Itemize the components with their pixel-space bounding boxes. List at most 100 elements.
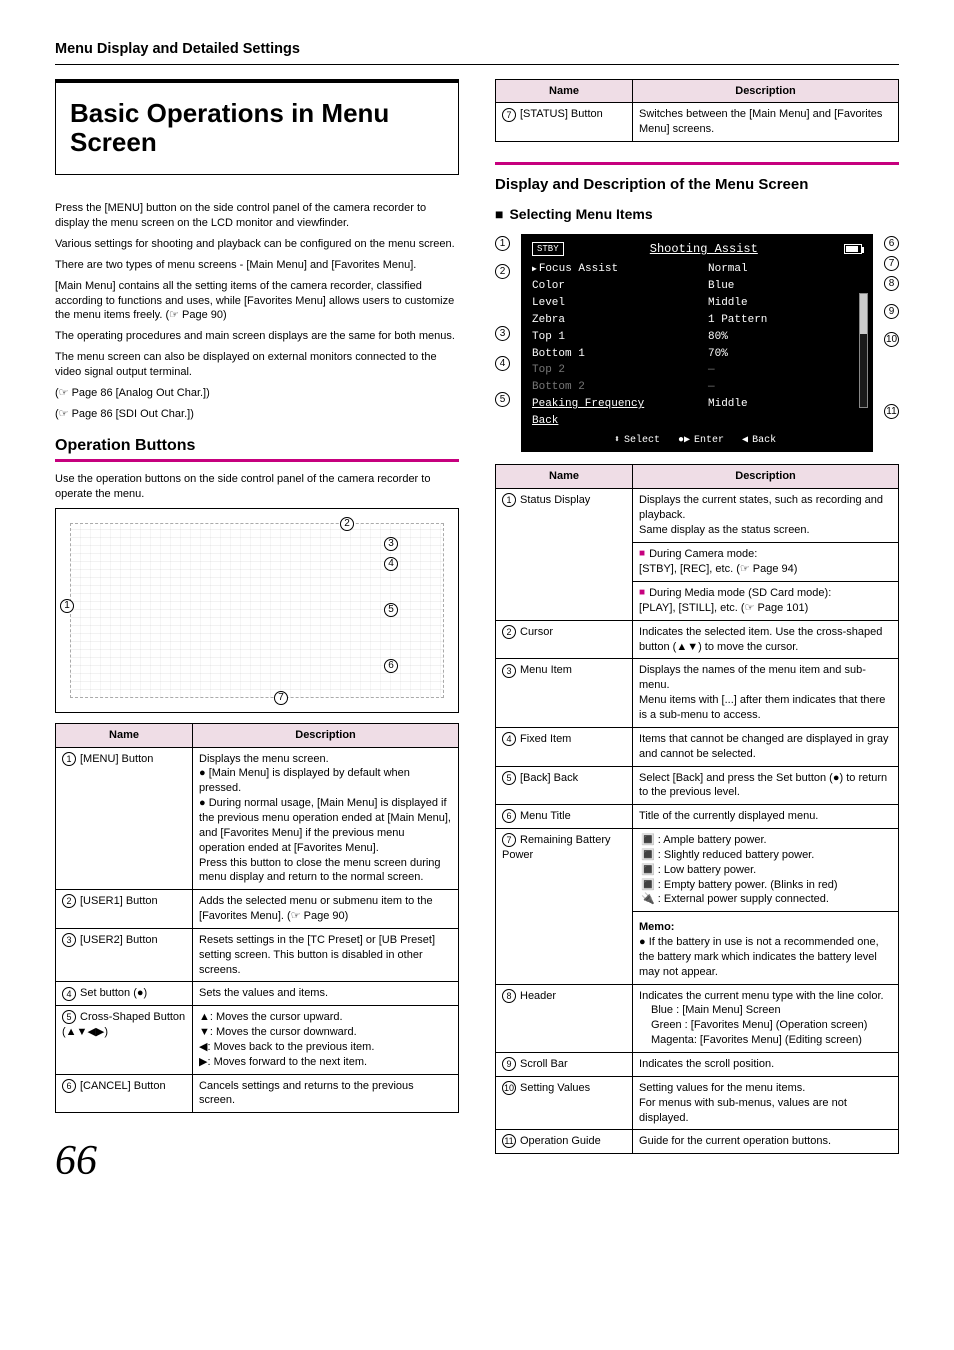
row-num: 7: [502, 833, 516, 847]
row-desc: Items that cannot be changed are display…: [633, 727, 899, 766]
ext-callout-6: 6: [884, 236, 899, 251]
ext-callout-9: 9: [884, 304, 899, 319]
table-col-name: Name: [496, 79, 633, 103]
row-num: 2: [62, 894, 76, 908]
table-row: 2 Cursor Indicates the selected item. Use…: [496, 620, 899, 659]
row-num: 3: [62, 933, 76, 947]
scroll-thumb[interactable]: [860, 294, 867, 334]
row-desc: Switches between the [Main Menu] and [Fa…: [633, 103, 899, 142]
row-desc: Title of the currently displayed menu.: [633, 805, 899, 829]
menu-item[interactable]: Top 1: [532, 329, 686, 346]
display-desc-heading: Display and Description of the Menu Scre…: [495, 175, 899, 195]
row-desc: Indicates the selected item. Use the cro…: [633, 620, 899, 659]
row-name: [MENU] Button: [80, 753, 153, 765]
intro-paragraph: Press the [MENU] button on the side cont…: [55, 201, 459, 231]
menu-title: Shooting Assist: [564, 241, 844, 257]
table-row: 8Header Indicates the current menu type …: [496, 984, 899, 1052]
table-row: 1[MENU] Button Displays the menu screen.…: [56, 747, 459, 890]
battery-icon: [844, 244, 862, 254]
row-desc: Adds the selected menu or submenu item t…: [193, 890, 459, 929]
scroll-bar[interactable]: [859, 293, 868, 407]
row-desc: Indicates the current menu type with the…: [633, 984, 899, 1052]
menu-item[interactable]: Peaking Frequency: [532, 396, 686, 413]
memo-label: Memo:: [639, 920, 892, 935]
table-row: 1 Status Display Displays the current sta…: [496, 489, 899, 543]
row-name: [Back] Back: [520, 772, 578, 784]
callout-3: 3: [384, 537, 398, 551]
operation-buttons-heading: Operation Buttons: [55, 435, 459, 457]
section-header: Menu Display and Detailed Settings: [55, 40, 899, 65]
table-col-name: Name: [56, 723, 193, 747]
row-name: Status Display: [520, 494, 590, 506]
table-row: 7[STATUS] Button Switches between the [M…: [496, 103, 899, 142]
table-col-desc: Description: [193, 723, 459, 747]
row-num: 4: [502, 732, 516, 746]
menu-item-disabled: Bottom 2: [532, 379, 686, 396]
subheading-underline: [55, 459, 459, 462]
menu-item[interactable]: Level: [532, 295, 686, 312]
row-num: 8: [502, 989, 516, 1003]
row-num: 7: [502, 108, 516, 122]
menu-value: Normal: [708, 261, 862, 278]
row-name: Menu Item: [520, 664, 572, 676]
square-icon: ■: [495, 206, 503, 222]
row-desc-sub: ■During Media mode (SD Card mode): [PLAY…: [633, 581, 899, 620]
row-num: 1: [502, 493, 516, 507]
control-panel-diagram: 1 2 3 4 5 6 7: [55, 508, 459, 713]
intro-ref: (☞ Page 86 [SDI Out Char.]): [55, 407, 459, 422]
underline-rule: [495, 162, 899, 165]
row-name: Set button (●): [80, 987, 147, 999]
menu-item[interactable]: Bottom 1: [532, 346, 686, 363]
menu-value-disabled: —: [708, 379, 862, 396]
ext-callout-4: 4: [495, 356, 510, 371]
ext-callout-10: 10: [884, 332, 899, 347]
row-name: Setting Values: [520, 1082, 590, 1094]
menu-item[interactable]: Focus Assist: [532, 261, 686, 278]
row-desc: Indicates the scroll position.: [633, 1053, 899, 1077]
row-desc: Displays the current states, such as rec…: [633, 489, 899, 543]
intro-paragraph: There are two types of menu screens - [M…: [55, 258, 459, 273]
row-num: 9: [502, 1057, 516, 1071]
menu-item[interactable]: Zebra: [532, 312, 686, 329]
ext-callout-8: 8: [884, 276, 899, 291]
table-row: 4 Fixed Item Items that cannot be changed…: [496, 727, 899, 766]
table-row: 3[USER2] Button Resets settings in the […: [56, 928, 459, 982]
row-name: Fixed Item: [520, 733, 571, 745]
row-num: 5: [62, 1010, 76, 1024]
table-col-desc: Description: [633, 79, 899, 103]
selecting-menu-items-heading: ■Selecting Menu Items: [495, 205, 899, 224]
intro-paragraph: [Main Menu] contains all the setting ite…: [55, 279, 459, 324]
menu-back-item[interactable]: Back: [532, 413, 686, 430]
title-box: Basic Operations in Menu Screen: [55, 79, 459, 176]
intro-paragraph: The operating procedures and main screen…: [55, 329, 459, 344]
row-num: 3: [502, 664, 516, 678]
callout-7: 7: [274, 691, 288, 705]
row-name: Cursor: [520, 626, 553, 638]
table-row: 11Operation Guide Guide for the current …: [496, 1130, 899, 1154]
row-desc: Displays the names of the menu item and …: [633, 659, 899, 727]
row-name: Cross-Shaped Button (▲▼◀▶): [62, 1011, 185, 1038]
callout-6: 6: [384, 659, 398, 673]
row-name: Menu Title: [520, 810, 571, 822]
menu-value: Middle: [708, 396, 862, 413]
menu-value: Middle: [708, 295, 862, 312]
row-name: Operation Guide: [520, 1135, 601, 1147]
ext-callout-3: 3: [495, 326, 510, 341]
row-desc: Guide for the current operation buttons.: [633, 1130, 899, 1154]
square-icon: ■: [639, 587, 645, 598]
row-desc: Setting values for the menu items. For m…: [633, 1076, 899, 1130]
row-desc: ▲: Moves the cursor upward. ▼: Moves the…: [193, 1006, 459, 1074]
ext-callout-5: 5: [495, 392, 510, 407]
menu-item[interactable]: Color: [532, 278, 686, 295]
row-name: [CANCEL] Button: [80, 1080, 166, 1092]
intro-ref: (☞ Page 86 [Analog Out Char.]): [55, 386, 459, 401]
menu-value: 70%: [708, 346, 862, 363]
sub-body: [PLAY], [STILL], etc. (☞ Page 101): [639, 602, 808, 614]
menu-screen: STBY Shooting Assist Focus Assist Color …: [521, 234, 873, 452]
callout-1: 1: [60, 599, 74, 613]
row-num: 2: [502, 625, 516, 639]
table-col-desc: Description: [633, 465, 899, 489]
screen-desc-table: Name Description 1Status Display Display…: [495, 464, 899, 1154]
operation-buttons-table: Name Description 1[MENU] Button Displays…: [55, 723, 459, 1114]
row-desc: Sets the values and items.: [193, 982, 459, 1006]
